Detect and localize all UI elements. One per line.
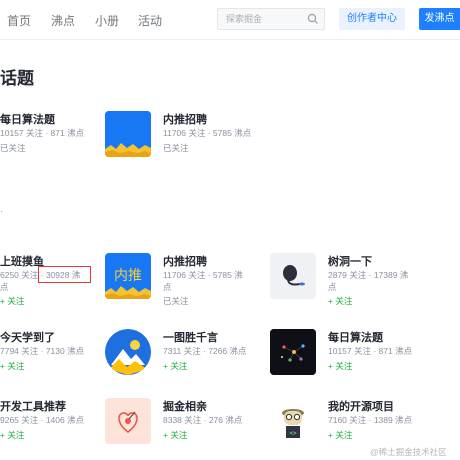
topic-name[interactable]: 掘金相亲	[163, 398, 207, 414]
topic-stats: 10157 关注 · 871 沸点	[0, 128, 85, 138]
topic-stats: 7160 关注 · 1389 沸点	[328, 415, 413, 425]
neitui-logo-text: 内推	[114, 268, 142, 284]
follow-button[interactable]: + 关注	[0, 360, 24, 372]
nav-events[interactable]: 活动	[138, 12, 162, 29]
followed-status[interactable]: 已关注	[0, 142, 26, 154]
topic-thumbnail-treehole[interactable]	[270, 253, 316, 299]
topic-name[interactable]: 每日算法题	[328, 329, 383, 345]
topic-stats-wrap: 点	[163, 282, 172, 292]
search-box[interactable]	[217, 8, 325, 30]
nav-books[interactable]: 小册	[95, 12, 119, 29]
follow-button[interactable]: + 关注	[328, 295, 352, 307]
follow-button[interactable]: + 关注	[163, 429, 187, 441]
neitui-logo-icon	[105, 111, 151, 157]
topic-stats: 11706 关注 · 5785 沸点	[163, 128, 252, 138]
topic-stats: 2879 关注 · 17389 沸	[328, 270, 409, 280]
topic-name[interactable]: 今天学到了	[0, 329, 55, 345]
topic-stats: 10157 关注 · 871 沸点	[328, 346, 413, 356]
neitui-logo-icon: 内推	[105, 253, 151, 299]
topic-name[interactable]: 每日算法题	[0, 111, 55, 127]
topic-thumbnail-neitui[interactable]: 内推	[105, 253, 151, 299]
topic-stats: 8338 关注 · 276 沸点	[163, 415, 243, 425]
topic-stats: 7794 关注 · 7130 沸点	[0, 346, 85, 356]
picture-mountain-icon	[105, 329, 151, 375]
topic-thumbnail-dating[interactable]	[105, 398, 151, 444]
topic-stats: 7311 关注 · 7266 沸点	[163, 346, 247, 356]
follow-button[interactable]: + 关注	[0, 429, 24, 441]
topic-name[interactable]: 树洞一下	[328, 253, 372, 269]
followed-status[interactable]: 已关注	[163, 295, 189, 307]
topic-stats: 9265 关注 · 1406 沸点	[0, 415, 85, 425]
watermark: @稀土掘金技术社区	[370, 447, 447, 457]
topic-thumbnail-algorithm[interactable]	[270, 329, 316, 375]
followed-status[interactable]: 已关注	[163, 142, 189, 154]
topic-name[interactable]: 内推招聘	[163, 253, 207, 269]
highlight-annotation-box	[38, 266, 91, 283]
topic-name[interactable]: 开发工具推荐	[0, 398, 66, 414]
topic-thumbnail-opensource[interactable]: <>	[270, 398, 316, 444]
topic-name[interactable]: 内推招聘	[163, 111, 207, 127]
svg-text:<>: <>	[289, 430, 297, 437]
follow-button[interactable]: + 关注	[328, 429, 352, 441]
algorithm-graph-icon	[270, 329, 316, 375]
page-title: 话题	[0, 69, 34, 88]
follow-button[interactable]: + 关注	[0, 295, 24, 307]
topic-name[interactable]: 我的开源项目	[328, 398, 394, 414]
topic-thumbnail-neitui[interactable]	[105, 111, 151, 157]
nav-pins[interactable]: 沸点	[51, 12, 75, 29]
search-icon[interactable]	[307, 13, 319, 25]
topic-stats: 11706 关注 · 5785 沸	[163, 270, 243, 280]
creator-center-button[interactable]: 创作者中心	[339, 8, 405, 30]
post-pin-button[interactable]: 发沸点	[419, 8, 460, 30]
section-divider: ·	[0, 206, 4, 217]
top-navbar: 首页 沸点 小册 活动 创作者中心 发沸点	[0, 0, 460, 40]
topic-name[interactable]: 一图胜千言	[163, 329, 218, 345]
opensource-robot-icon: <>	[270, 398, 316, 444]
nav-home[interactable]: 首页	[7, 12, 31, 29]
follow-button[interactable]: + 关注	[163, 360, 187, 372]
follow-button[interactable]: + 关注	[328, 360, 352, 372]
topic-stats-wrap: 点	[328, 282, 337, 292]
search-input[interactable]	[218, 9, 304, 29]
topic-thumbnail-picture[interactable]	[105, 329, 151, 375]
heart-target-icon	[105, 398, 151, 444]
treehole-icon	[270, 253, 316, 299]
topic-stats-wrap: 点	[0, 282, 9, 292]
